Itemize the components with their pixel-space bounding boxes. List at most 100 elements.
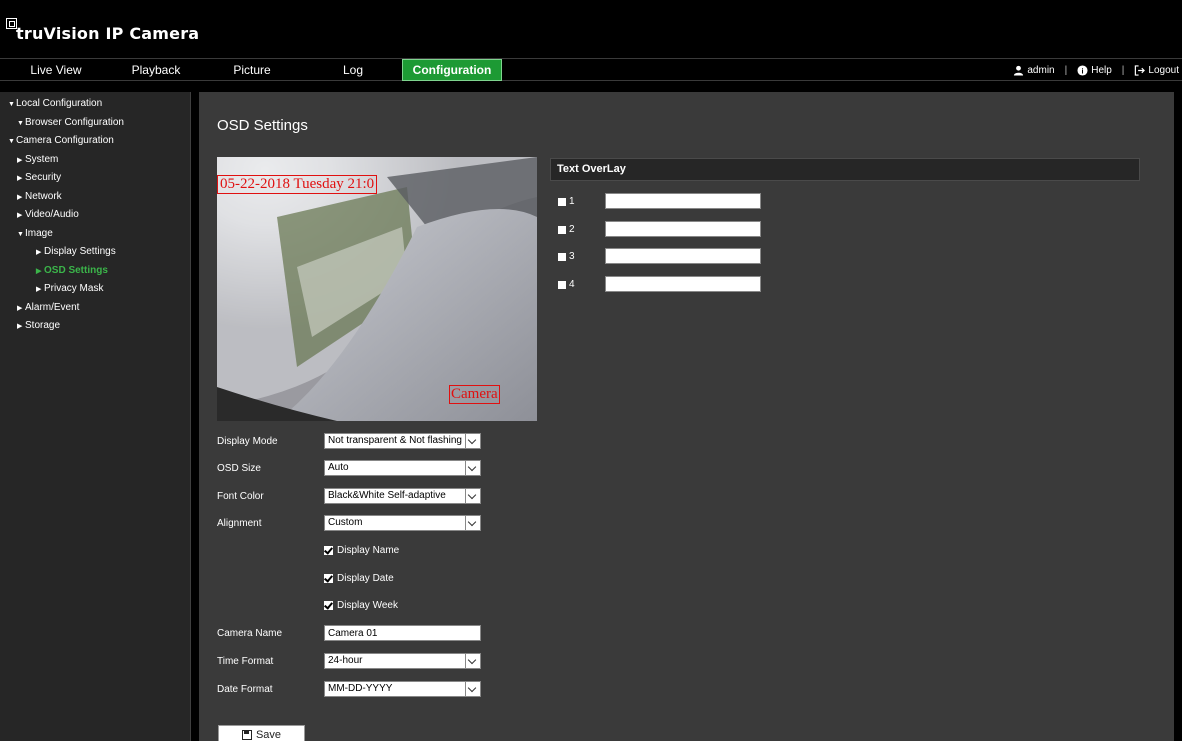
collapsed-triangle-icon: ▶	[17, 175, 23, 182]
alignment-value: Custom	[328, 517, 363, 528]
separator: |	[1121, 64, 1125, 76]
help-link[interactable]: i Help	[1077, 65, 1112, 76]
save-button[interactable]: Save	[218, 725, 305, 741]
tab-configuration[interactable]: Configuration	[402, 59, 502, 81]
page-title: OSD Settings	[217, 117, 308, 134]
main-panel: OSD Settings 05-22-2018 Tuesday 21:0 Cam…	[199, 92, 1174, 741]
tree-network[interactable]: ▶ Network	[17, 191, 62, 202]
tree-local-configuration[interactable]: ▼Local Configuration	[8, 98, 102, 109]
text-overlay-2-input[interactable]	[605, 221, 761, 237]
user-name: admin	[1027, 64, 1055, 76]
checkbox-icon	[324, 601, 333, 610]
user-area: admin | i Help | Logout	[1013, 59, 1179, 81]
collapsed-triangle-icon: ▶	[36, 268, 42, 275]
checkbox-icon	[324, 574, 333, 583]
display-mode-value: Not transparent & Not flashing	[328, 435, 462, 446]
checkbox-icon	[558, 280, 566, 289]
date-format-select[interactable]: MM-DD-YYYY	[324, 681, 481, 697]
checkbox-icon	[558, 197, 566, 206]
alignment-select[interactable]: Custom	[324, 515, 481, 531]
date-format-label: Date Format	[217, 684, 273, 695]
expanded-triangle-icon: ▼	[8, 101, 15, 108]
collapsed-triangle-icon: ▶	[36, 286, 42, 293]
tree-browser-configuration[interactable]: ▼Browser Configuration	[17, 117, 124, 128]
tree-osd-settings[interactable]: ▶ OSD Settings	[36, 265, 108, 276]
logo-icon	[6, 18, 17, 29]
camera-image	[217, 157, 537, 421]
text-overlay-header: Text OverLay	[550, 158, 1140, 181]
tree-storage[interactable]: ▶ Storage	[17, 320, 60, 331]
camera-name-input[interactable]	[324, 625, 481, 641]
font-color-select[interactable]: Black&White Self-adaptive	[324, 488, 481, 504]
user-menu[interactable]: admin	[1013, 64, 1055, 76]
camera-preview[interactable]: 05-22-2018 Tuesday 21:0 Camera	[217, 157, 537, 421]
tree-system[interactable]: ▶ System	[17, 154, 58, 165]
collapsed-triangle-icon: ▶	[17, 212, 23, 219]
chevron-down-icon	[465, 461, 480, 475]
text-overlay-2-checkbox[interactable]: 2	[558, 224, 575, 235]
collapsed-triangle-icon: ▶	[17, 194, 23, 201]
osd-size-select[interactable]: Auto	[324, 460, 481, 476]
sidebar-tree: ▼Local Configuration ▼Browser Configurat…	[0, 92, 191, 741]
tab-playback[interactable]: Playback	[112, 59, 200, 81]
osd-size-value: Auto	[328, 462, 349, 473]
top-navigation: Live View Playback Picture Log Configura…	[0, 58, 1182, 81]
osd-size-label: OSD Size	[217, 463, 261, 474]
font-color-value: Black&White Self-adaptive	[328, 490, 446, 501]
tree-alarm-event[interactable]: ▶ Alarm/Event	[17, 302, 79, 313]
tree-video-audio[interactable]: ▶ Video/Audio	[17, 209, 79, 220]
tab-picture[interactable]: Picture	[200, 59, 304, 81]
date-overlay-text: 05-22-2018 Tuesday 21:0	[220, 176, 375, 192]
text-overlay-4-input[interactable]	[605, 276, 761, 292]
display-name-checkbox[interactable]: Display Name	[324, 545, 399, 556]
logout-label: Logout	[1148, 64, 1179, 76]
logout-link[interactable]: Logout	[1134, 65, 1179, 76]
chevron-down-icon	[465, 682, 480, 696]
svg-text:i: i	[1082, 66, 1084, 75]
text-overlay-3-checkbox[interactable]: 3	[558, 251, 575, 262]
collapsed-triangle-icon: ▶	[17, 305, 23, 312]
expanded-triangle-icon: ▼	[17, 120, 24, 127]
chevron-down-icon	[465, 434, 480, 448]
text-overlay-1-input[interactable]	[605, 193, 761, 209]
checkbox-icon	[558, 252, 566, 261]
tree-camera-configuration[interactable]: ▼Camera Configuration	[8, 135, 114, 146]
camera-name-label: Camera Name	[217, 628, 283, 639]
header-bar: truVision IP Camera	[0, 0, 1182, 58]
chevron-down-icon	[465, 516, 480, 530]
tree-image[interactable]: ▼Image	[17, 228, 53, 239]
collapsed-triangle-icon: ▶	[17, 323, 23, 330]
tab-live-view[interactable]: Live View	[0, 59, 112, 81]
display-week-checkbox[interactable]: Display Week	[324, 600, 398, 611]
tree-privacy-mask[interactable]: ▶ Privacy Mask	[36, 283, 103, 294]
time-format-select[interactable]: 24-hour	[324, 653, 481, 669]
checkbox-icon	[324, 546, 333, 555]
name-overlay-text: Camera	[451, 386, 498, 402]
text-overlay-3-input[interactable]	[605, 248, 761, 264]
help-icon: i	[1077, 64, 1088, 76]
alignment-label: Alignment	[217, 518, 262, 529]
time-format-value: 24-hour	[328, 655, 363, 666]
chevron-down-icon	[465, 489, 480, 503]
logout-icon	[1135, 64, 1146, 76]
user-icon	[1014, 65, 1024, 76]
text-overlay-1-checkbox[interactable]: 1	[558, 196, 575, 207]
checkbox-icon	[558, 225, 566, 234]
expanded-triangle-icon: ▼	[8, 138, 15, 145]
name-overlay[interactable]: Camera	[449, 385, 500, 404]
chevron-down-icon	[465, 654, 480, 668]
font-color-label: Font Color	[217, 491, 264, 502]
expanded-triangle-icon: ▼	[17, 231, 24, 238]
tree-display-settings[interactable]: ▶ Display Settings	[36, 246, 116, 257]
date-overlay[interactable]: 05-22-2018 Tuesday 21:0	[217, 175, 378, 194]
tab-log[interactable]: Log	[304, 59, 402, 81]
help-label: Help	[1091, 64, 1112, 76]
display-date-checkbox[interactable]: Display Date	[324, 573, 394, 584]
time-format-label: Time Format	[217, 656, 274, 667]
display-mode-select[interactable]: Not transparent & Not flashing	[324, 433, 481, 449]
text-overlay-4-checkbox[interactable]: 4	[558, 279, 575, 290]
display-mode-label: Display Mode	[217, 436, 278, 447]
date-format-value: MM-DD-YYYY	[328, 683, 393, 694]
tree-security[interactable]: ▶ Security	[17, 172, 61, 183]
save-icon	[241, 730, 252, 740]
